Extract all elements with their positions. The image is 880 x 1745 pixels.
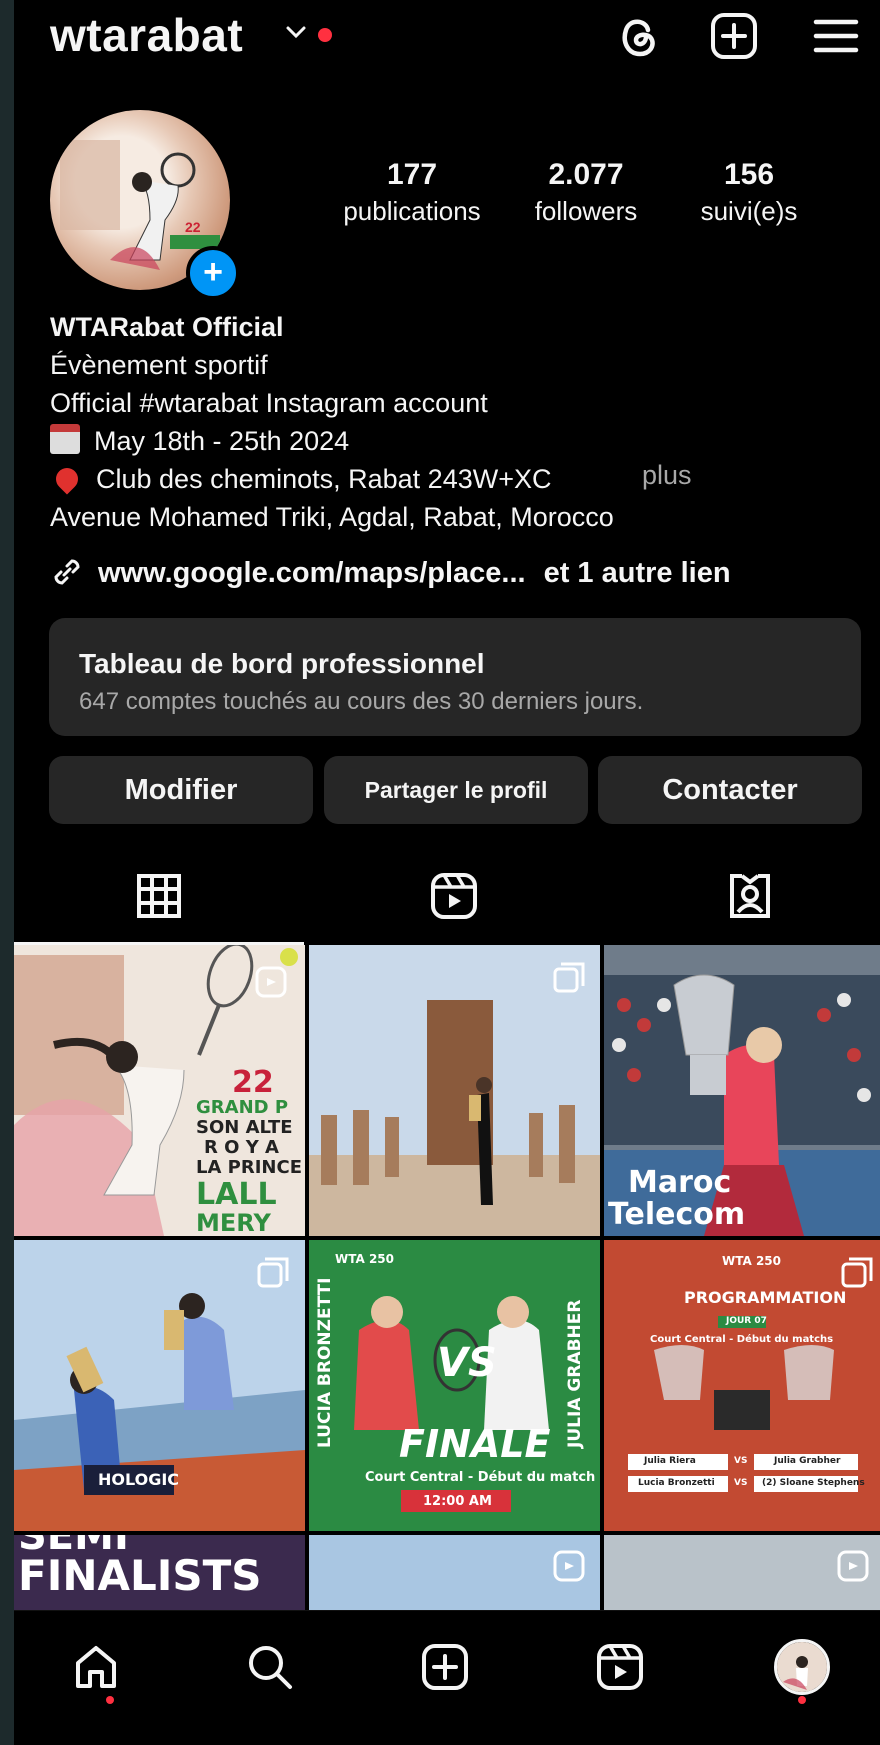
bio-dates-text: May 18th - 25th 2024 — [94, 426, 350, 456]
stat-following[interactable]: 156 suivi(e)s — [690, 158, 808, 227]
stat-followers[interactable]: 2.077 followers — [520, 158, 652, 227]
tagged-icon[interactable] — [724, 870, 776, 922]
post-tile[interactable] — [604, 1535, 880, 1610]
stat-posts[interactable]: 177 publications — [336, 158, 488, 227]
threads-icon[interactable] — [612, 10, 664, 62]
dashboard-title: Tableau de bord professionnel — [79, 648, 485, 679]
post-text: JOUR 07 — [726, 1316, 767, 1326]
stat-posts-label: publications — [343, 196, 481, 226]
location-pin-icon — [51, 463, 83, 495]
chevron-down-icon[interactable] — [284, 20, 308, 44]
post-text: R O Y A — [204, 1137, 279, 1158]
edit-profile-button[interactable]: Modifier — [49, 756, 313, 824]
bio-line-dates: May 18th - 25th 2024 — [50, 422, 349, 460]
stat-followers-label: followers — [534, 196, 638, 226]
calendar-icon — [50, 424, 80, 454]
post-tile[interactable]: WTA 250 PROGRAMMATION JOUR 07 Court Cent… — [604, 1240, 880, 1531]
post-text: FINALISTS — [18, 1551, 262, 1600]
post-tile[interactable]: SEMI FINALISTS — [14, 1535, 305, 1610]
post-text: Maroc — [628, 1165, 732, 1200]
post-text: VS — [734, 1456, 748, 1466]
share-profile-button[interactable]: Partager le profil — [324, 756, 588, 824]
contact-button[interactable]: Contacter — [598, 756, 862, 824]
professional-dashboard-card[interactable]: Tableau de bord professionnel 647 compte… — [49, 618, 861, 736]
post-text: 12:00 AM — [423, 1494, 492, 1509]
profile-category: Évènement sportif — [50, 350, 268, 380]
reels-icon[interactable] — [594, 1641, 646, 1693]
post-text: Julia Riera — [644, 1456, 696, 1466]
bio-link[interactable]: www.google.com/maps/place... et 1 autre l… — [50, 555, 731, 590]
add-story-button[interactable]: + — [186, 246, 240, 300]
post-tile[interactable] — [309, 1535, 600, 1610]
home-notification-dot — [106, 1696, 114, 1704]
instagram-profile-screen: wtarabat 22 + 177 publications 2.077 fol… — [14, 0, 880, 1745]
post-text: Court Central - Début du match — [365, 1470, 596, 1485]
post-text: SON ALTE — [196, 1117, 293, 1138]
post-text: Telecom — [608, 1197, 746, 1232]
post-text: PROGRAMMATION — [684, 1288, 847, 1307]
carousel-badge-icon — [257, 1257, 289, 1288]
carousel-badge-icon — [841, 1257, 873, 1288]
bottom-navigation — [14, 1610, 880, 1745]
post-tile[interactable]: HOLOGIC — [14, 1240, 305, 1531]
link-icon — [54, 559, 80, 585]
username-switcher[interactable]: wtarabat — [50, 8, 243, 62]
dashboard-subtitle: 647 comptes touchés au cours des 30 dern… — [79, 688, 644, 715]
post-text: WTA 250 — [335, 1252, 395, 1266]
profile-avatar[interactable] — [774, 1639, 830, 1695]
post-text: FINALE — [399, 1422, 551, 1466]
post-text: JULIA GRABHER — [565, 1299, 585, 1448]
post-text: WTA 250 — [722, 1254, 782, 1268]
post-tile[interactable]: 22 GRAND P SON ALTE R O Y A LA PRINCE LA… — [14, 945, 305, 1236]
svg-text:22: 22 — [185, 219, 201, 235]
profile-name: WTARabat Official — [50, 312, 284, 342]
post-tile[interactable]: Maroc Telecom — [604, 945, 880, 1236]
profile-notification-dot — [798, 1696, 806, 1704]
post-text: (2) Sloane Stephens — [762, 1478, 865, 1488]
post-tile[interactable] — [309, 945, 600, 1236]
post-text: LUCIA BRONZETTI — [315, 1277, 335, 1448]
bio-link-url[interactable]: www.google.com/maps/place... — [98, 557, 526, 589]
carousel-badge-icon — [553, 962, 585, 993]
post-text: VS — [734, 1478, 748, 1488]
post-text: Julia Grabher — [774, 1456, 841, 1466]
stat-posts-number: 177 — [386, 158, 438, 191]
post-text: VS — [437, 1340, 497, 1386]
post-text: 22 — [232, 1065, 274, 1100]
post-text: GRAND P — [196, 1097, 289, 1118]
reel-badge-icon — [255, 966, 287, 998]
post-text: LALL — [196, 1177, 277, 1212]
reel-badge-icon — [553, 1550, 585, 1582]
reels-icon[interactable] — [428, 870, 480, 922]
post-text: LA PRINCE — [196, 1157, 302, 1178]
notification-dot — [318, 28, 332, 42]
bio-line-location: Club des cheminots, Rabat 243W+XC — [50, 460, 551, 498]
post-text: Court Central - Début du matchs — [650, 1334, 834, 1345]
bio-line: Official #wtarabat Instagram account — [50, 388, 488, 418]
search-icon[interactable] — [244, 1641, 296, 1693]
bio-address: Avenue Mohamed Triki, Agdal, Rabat, Moro… — [50, 502, 614, 532]
post-tile[interactable]: LUCIA BRONZETTI JULIA GRABHER WTA 250 VS… — [309, 1240, 600, 1531]
post-text: MERY — [196, 1209, 271, 1236]
bio-link-extra[interactable]: et 1 autre lien — [544, 557, 731, 589]
grid-icon[interactable] — [133, 870, 185, 922]
bio-more-link[interactable]: plus — [642, 460, 692, 491]
hamburger-menu-icon[interactable] — [810, 10, 862, 62]
reel-badge-icon — [837, 1550, 869, 1582]
post-text: HOLOGIC — [98, 1470, 180, 1489]
post-text: Lucia Bronzetti — [638, 1478, 715, 1488]
plus-square-icon[interactable] — [708, 10, 760, 62]
stat-followers-number: 2.077 — [548, 158, 624, 191]
bio-location-text: Club des cheminots, Rabat 243W+XC — [96, 464, 552, 494]
stat-following-number: 156 — [723, 158, 775, 191]
stat-following-label: suivi(e)s — [700, 196, 798, 226]
home-icon[interactable] — [70, 1641, 122, 1693]
create-icon[interactable] — [419, 1641, 471, 1693]
